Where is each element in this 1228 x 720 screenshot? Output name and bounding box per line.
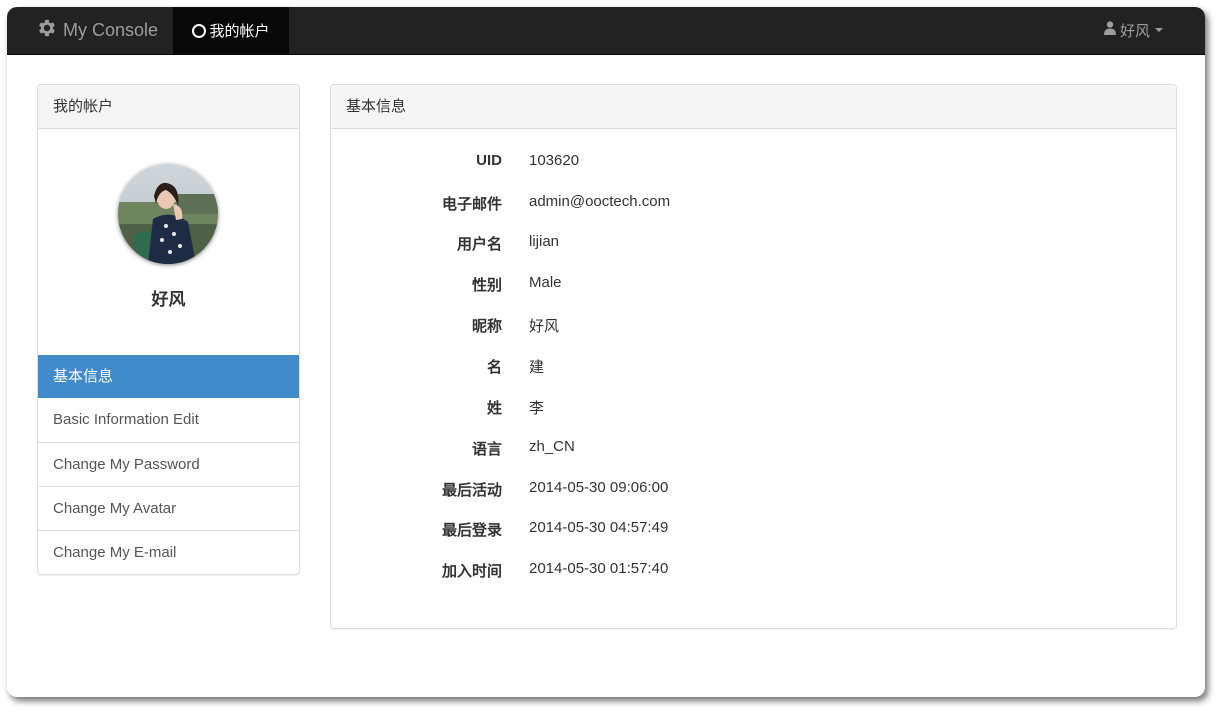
main-heading: 基本信息 — [331, 85, 1176, 129]
info-row-language: 语言 zh_CN — [331, 438, 1176, 462]
info-label: 性别 — [471, 277, 502, 294]
profile-name: 好风 — [151, 290, 186, 309]
info-label: 名 — [486, 359, 502, 376]
sidebar-item-change-avatar[interactable]: Change My Avatar — [38, 486, 299, 529]
info-row-uid: UID 103620 — [331, 152, 1176, 176]
sidebar-item-change-email[interactable]: Change My E-mail — [38, 530, 299, 573]
user-dropdown[interactable]: 好风 — [1103, 7, 1163, 53]
info-value: 建 — [529, 359, 545, 376]
sidebar-item-basic-info-edit[interactable]: Basic Information Edit — [38, 398, 299, 442]
info-value: 好风 — [529, 318, 560, 335]
info-row-last-activity: 最后活动 2014-05-30 09:06:00 — [331, 479, 1176, 503]
info-label: 最后登录 — [441, 522, 502, 539]
circle-icon — [192, 23, 207, 38]
info-value: 2014-05-30 09:06:00 — [529, 479, 669, 496]
sidebar-item-basic-info[interactable]: 基本信息 — [38, 355, 299, 398]
avatar — [118, 164, 218, 264]
info-label: UID — [476, 152, 502, 169]
info-label: 最后活动 — [441, 482, 502, 499]
info-label: 电子邮件 — [441, 196, 502, 213]
gear-icon — [36, 17, 63, 44]
info-label: 语言 — [471, 441, 502, 458]
info-label: 加入时间 — [441, 563, 502, 580]
app-window: My Console 我的帐户 好风 我的帐户 好风 基本信息 Basic In… — [7, 7, 1205, 697]
caret-down-icon — [1155, 28, 1163, 32]
user-icon — [1103, 21, 1120, 39]
info-value: lijian — [529, 233, 560, 250]
info-row-join-time: 加入时间 2014-05-30 01:57:40 — [331, 560, 1176, 584]
nav-item-label: 我的帐户 — [209, 23, 270, 40]
info-value: zh_CN — [529, 438, 575, 455]
info-label: 姓 — [486, 400, 502, 417]
info-row-gender: 性别 Male — [331, 274, 1176, 298]
info-value: Male — [529, 274, 562, 291]
info-value: 2014-05-30 04:57:49 — [529, 519, 669, 536]
info-label: 用户名 — [456, 236, 502, 253]
sidebar-heading: 我的帐户 — [38, 85, 299, 129]
top-navbar: My Console 我的帐户 好风 — [7, 7, 1205, 55]
brand-link[interactable]: My Console — [36, 7, 158, 53]
info-row-first-name: 名 建 — [331, 356, 1176, 380]
info-row-nickname: 昵称 好风 — [331, 315, 1176, 339]
info-row-last-name: 姓 李 — [331, 397, 1176, 421]
info-row-email: 电子邮件 admin@ooctech.com — [331, 193, 1176, 217]
brand-label: My Console — [63, 19, 159, 40]
user-name: 好风 — [1119, 22, 1150, 40]
info-value: 103620 — [529, 152, 580, 169]
info-label: 昵称 — [471, 318, 502, 335]
sidebar-item-change-password[interactable]: Change My Password — [38, 442, 299, 485]
info-value: 李 — [529, 400, 545, 417]
basic-info-panel: 基本信息 UID 103620 电子邮件 admin@ooctech.com 用… — [330, 84, 1177, 629]
account-sidebar-panel: 我的帐户 好风 基本信息 Basic Information Edit Chan… — [37, 84, 300, 575]
info-row-last-login: 最后登录 2014-05-30 04:57:49 — [331, 519, 1176, 543]
info-value: admin@ooctech.com — [529, 193, 671, 210]
info-value: 2014-05-30 01:57:40 — [529, 560, 669, 577]
nav-item-my-account[interactable]: 我的帐户 — [173, 7, 289, 54]
info-row-username: 用户名 lijian — [331, 233, 1176, 257]
